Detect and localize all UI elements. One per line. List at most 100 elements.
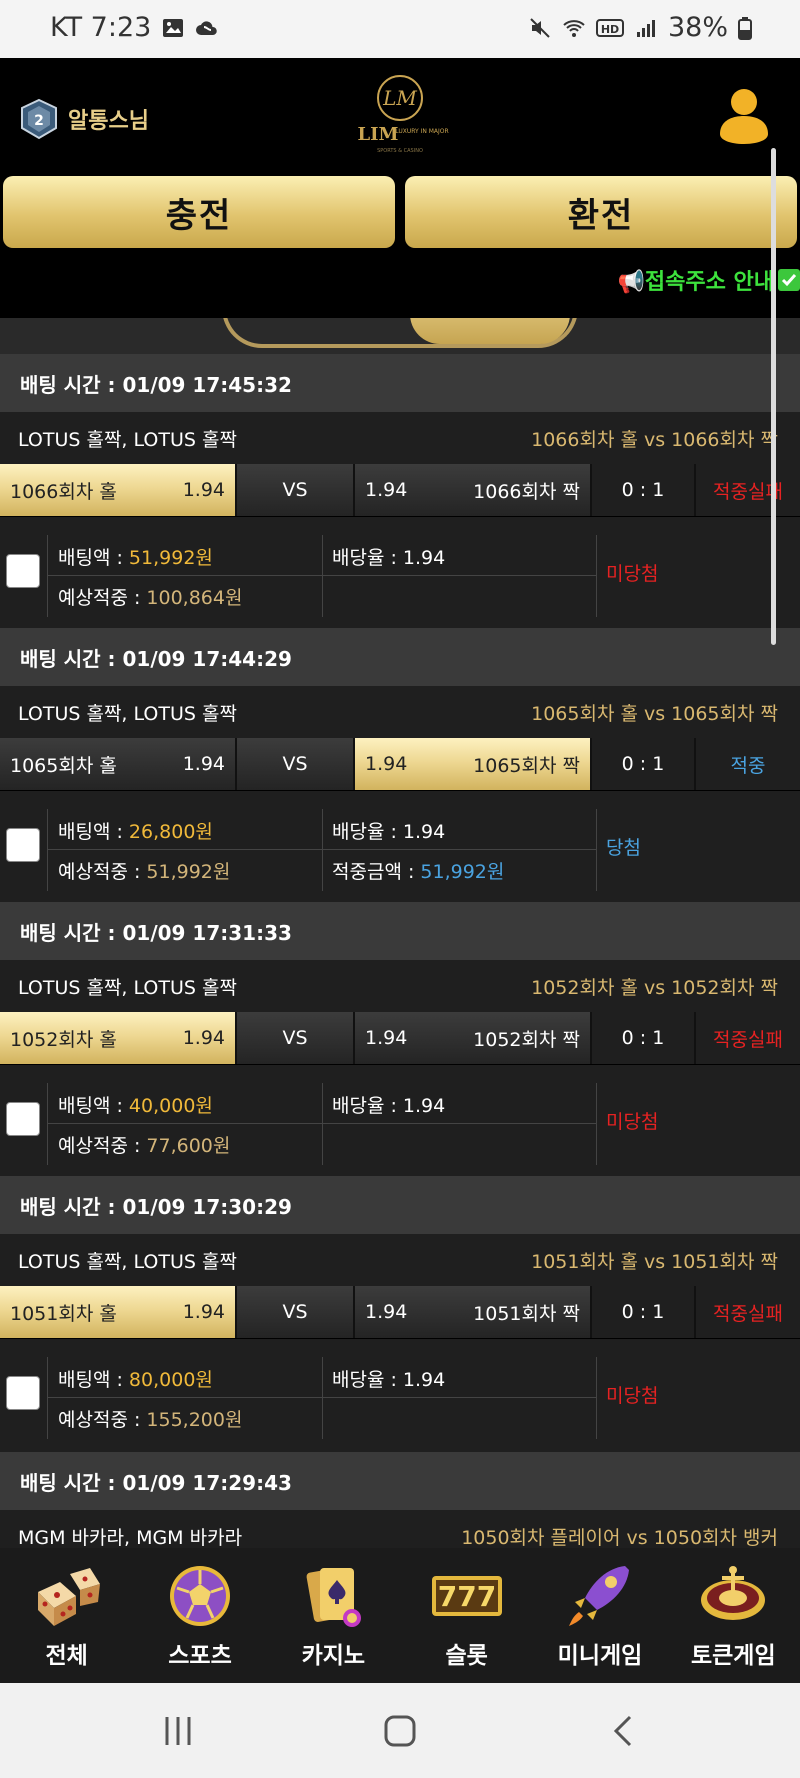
checkmark-icon	[778, 269, 800, 291]
odds-rate-row: 배당율 : 1.94	[332, 1091, 445, 1118]
expected-win-amount: 51,992원	[146, 861, 231, 883]
away-option[interactable]: 1.94 1052회차 짝	[355, 1012, 592, 1064]
expected-win-amount: 100,864원	[146, 587, 243, 609]
recent-apps-icon[interactable]	[160, 1713, 196, 1749]
nav-token-game[interactable]: 토큰게임	[667, 1548, 800, 1683]
away-option[interactable]: 1.94 1066회차 짝	[355, 464, 592, 516]
bet-time: 배팅 시간 : 01/09 17:31:33	[0, 902, 800, 960]
battery-icon	[738, 16, 752, 40]
home-option-label: 1066회차 홀	[10, 480, 117, 503]
site-logo[interactable]: LM LIM LUXURY IN MAJOR SPORTS & CASINO	[350, 72, 450, 162]
win-amount: 51,992원	[420, 861, 505, 883]
bet-time: 배팅 시간 : 01/09 17:30:29	[0, 1176, 800, 1234]
bet-detail: 배팅액 : 40,000원 배당율 : 1.94 예상적중 : 77,600원 …	[0, 1064, 800, 1182]
bet-card: 배팅 시간 : 01/09 17:44:29 LOTUS 홀짝, LOTUS 홀…	[0, 628, 800, 908]
select-checkbox[interactable]	[6, 828, 40, 862]
away-option[interactable]: 1.94 1051회차 짝	[355, 1286, 592, 1338]
logo-subtext-2: SPORTS & CASINO	[377, 148, 423, 154]
exchange-button[interactable]: 환전	[405, 176, 797, 248]
game-name: LOTUS 홀짝, LOTUS 홀짝	[18, 976, 237, 999]
expected-win-label: 예상적중 :	[58, 587, 147, 609]
divider	[47, 575, 596, 576]
score: 0 : 1	[592, 464, 696, 516]
result-label: 적중실패	[696, 464, 800, 516]
back-icon[interactable]	[606, 1713, 642, 1749]
bet-detail: 배팅액 : 80,000원 배당율 : 1.94 예상적중 : 155,200원…	[0, 1338, 800, 1456]
cloud-icon	[196, 20, 218, 35]
bet-card: 배팅 시간 : 01/09 17:30:29 LOTUS 홀짝, LOTUS 홀…	[0, 1176, 800, 1456]
bet-amount-label: 배팅액 :	[58, 547, 129, 569]
away-odds: 1.94	[365, 1301, 408, 1323]
win-status: 미당첨	[606, 1111, 659, 1133]
expected-win-amount: 155,200원	[146, 1409, 243, 1431]
odds-rate: 1.94	[402, 547, 446, 569]
tab-arc-active[interactable]	[410, 318, 570, 344]
rocket-icon	[568, 1566, 629, 1626]
nav-casino[interactable]: 카지노	[267, 1548, 400, 1683]
svg-text:LM: LM	[382, 86, 417, 110]
select-checkbox[interactable]	[6, 1376, 40, 1410]
carrier-time: KT 7:23	[50, 12, 152, 43]
odds-row: 1052회차 홀 1.94 VS 1.94 1052회차 짝 0 : 1 적중실…	[0, 1012, 800, 1064]
home-odds: 1.94	[182, 1027, 225, 1049]
divider	[596, 1357, 597, 1439]
expected-win-row: 예상적중 : 100,864원	[58, 583, 242, 610]
slot-777-icon: 777	[431, 1576, 502, 1616]
home-icon[interactable]	[382, 1713, 418, 1749]
away-odds: 1.94	[365, 1027, 408, 1049]
expected-win-row: 예상적중 : 51,992원	[58, 857, 230, 884]
divider	[322, 1357, 323, 1439]
home-option[interactable]: 1052회차 홀 1.94	[0, 1012, 237, 1064]
home-odds: 1.94	[182, 1301, 225, 1323]
bet-amount: 26,800원	[128, 821, 213, 843]
scrollbar[interactable]	[771, 148, 776, 645]
rank-badge-icon: 2	[21, 98, 57, 140]
home-option-label: 1051회차 홀	[10, 1302, 117, 1325]
status-bar: KT 7:23 HD 38%	[0, 0, 800, 58]
expected-win-label: 예상적중 :	[58, 861, 147, 883]
nav-minigame[interactable]: 미니게임	[533, 1548, 666, 1683]
match-name: 1051회차 홀 vs 1051회차 짝	[531, 1250, 778, 1273]
bet-amount-label: 배팅액 :	[58, 821, 129, 843]
nav-label: 미니게임	[557, 1643, 643, 1669]
odds-rate-row: 배당율 : 1.94	[332, 543, 445, 570]
svg-text:777: 777	[437, 1580, 495, 1613]
bet-title-row: LOTUS 홀짝, LOTUS 홀짝 1052회차 홀 vs 1052회차 짝	[0, 960, 800, 1012]
away-option[interactable]: 1.94 1065회차 짝	[355, 738, 592, 790]
svg-text:2: 2	[34, 113, 44, 129]
bet-amount-row: 배팅액 : 51,992원	[58, 543, 213, 570]
home-option[interactable]: 1051회차 홀 1.94	[0, 1286, 237, 1338]
match-name: 1052회차 홀 vs 1052회차 짝	[531, 976, 778, 999]
win-amount-label: 적중금액 :	[332, 861, 421, 883]
nav-sports[interactable]: 스포츠	[133, 1548, 266, 1683]
bet-title-row: LOTUS 홀짝, LOTUS 홀짝 1066회차 홀 vs 1066회차 짝	[0, 412, 800, 464]
result-label: 적중	[696, 738, 800, 790]
profile-icon[interactable]	[716, 86, 772, 146]
nav-slot[interactable]: 777 슬롯	[400, 1548, 533, 1683]
divider	[47, 809, 48, 891]
expected-win-label: 예상적중 :	[58, 1409, 147, 1431]
nav-all[interactable]: 전체	[0, 1548, 133, 1683]
away-option-label: 1051회차 짝	[473, 1302, 580, 1325]
home-option[interactable]: 1065회차 홀 1.94	[0, 738, 237, 790]
home-option[interactable]: 1066회차 홀 1.94	[0, 464, 237, 516]
expected-win-label: 예상적중 :	[58, 1135, 147, 1157]
logo-emblem-icon: LM LIM LUXURY IN MAJOR SPORTS & CASINO	[357, 75, 449, 154]
charge-button[interactable]: 충전	[3, 176, 395, 248]
bet-title-row: LOTUS 홀짝, LOTUS 홀짝 1065회차 홀 vs 1065회차 짝	[0, 686, 800, 738]
system-nav-bar	[0, 1683, 800, 1778]
home-odds: 1.94	[182, 753, 225, 775]
vs-label: VS	[237, 1012, 355, 1064]
win-status: 당첨	[606, 837, 641, 859]
score: 0 : 1	[592, 738, 696, 790]
divider	[47, 535, 48, 617]
win-status: 미당첨	[606, 563, 659, 585]
divider	[47, 1397, 596, 1398]
divider	[596, 535, 597, 617]
select-checkbox[interactable]	[6, 554, 40, 588]
select-checkbox[interactable]	[6, 1102, 40, 1136]
user-info[interactable]: 2 알통스님	[18, 98, 149, 140]
odds-rate-label: 배당율 :	[332, 1095, 403, 1117]
bet-amount-row: 배팅액 : 40,000원	[58, 1091, 213, 1118]
app-root: KT 7:23 HD 38% 2 알통스님 LM LIM LUXURY IN M…	[0, 0, 800, 1778]
